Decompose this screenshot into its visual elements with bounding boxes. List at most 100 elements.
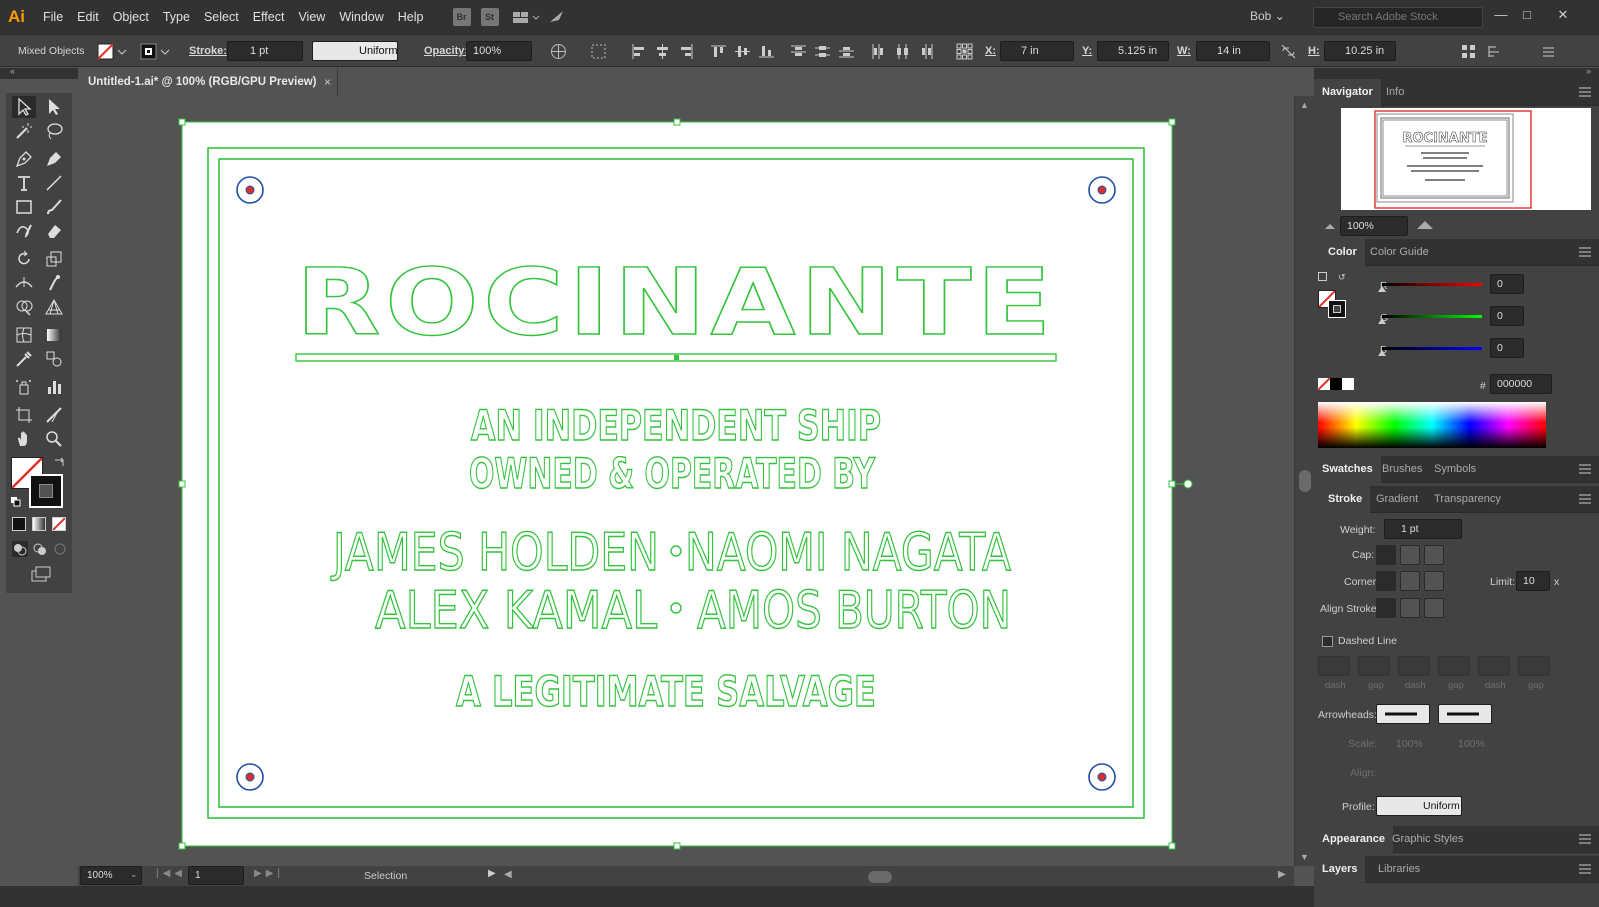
navigator-zoom-in-icon[interactable]: [1416, 218, 1434, 233]
fill-none-icon[interactable]: [97, 43, 114, 60]
horizontal-scroll-thumb[interactable]: [868, 871, 892, 883]
stock-search-input[interactable]: Search Adobe Stock: [1313, 7, 1483, 28]
rotate-tool-icon[interactable]: [12, 248, 36, 270]
end-arrowhead-select[interactable]: [1438, 704, 1492, 724]
limit-field[interactable]: 10: [1516, 571, 1550, 591]
miter-join-button[interactable]: [1376, 571, 1396, 591]
stroke-dropdown-icon[interactable]: [160, 43, 170, 60]
quick-none-swatch[interactable]: [1317, 377, 1331, 391]
tab-layers[interactable]: Layers: [1314, 856, 1366, 883]
hand-tool-icon[interactable]: [12, 428, 36, 450]
menu-effect[interactable]: Effect: [246, 0, 292, 34]
align-right-icon[interactable]: [678, 43, 695, 60]
pen-tool-icon[interactable]: [12, 148, 36, 170]
x-field[interactable]: 7 in: [1000, 41, 1074, 61]
r-slider-thumb[interactable]: [1378, 286, 1386, 292]
draw-inside-icon[interactable]: [52, 541, 68, 557]
panel-collapse-bar[interactable]: »: [1314, 66, 1599, 79]
navigator-zoom-out-icon[interactable]: [1324, 220, 1336, 233]
vertical-scroll-thumb[interactable]: [1299, 470, 1311, 492]
constrain-proportions-icon[interactable]: [1280, 43, 1297, 60]
stroke-panel-menu-icon[interactable]: [1579, 494, 1591, 504]
type-tool-icon[interactable]: [12, 172, 36, 194]
tab-brushes[interactable]: Brushes: [1374, 456, 1430, 483]
stroke-profile-select[interactable]: Uniform: [1376, 796, 1462, 816]
tab-transparency[interactable]: Transparency: [1426, 486, 1509, 513]
canvas[interactable]: ROCINANTE AN INDEPENDENT SHIP OWNED & OP…: [78, 96, 1314, 866]
horizontal-scrollbar[interactable]: ◀ ▶: [500, 866, 1294, 886]
eraser-tool-icon[interactable]: [42, 220, 66, 242]
mesh-tool-icon[interactable]: [12, 324, 36, 346]
projecting-cap-button[interactable]: [1424, 545, 1444, 565]
menu-object[interactable]: Object: [106, 0, 156, 34]
perspective-grid-tool-icon[interactable]: [42, 296, 66, 318]
align-left-icon[interactable]: [630, 43, 647, 60]
selection-tool-icon[interactable]: [12, 96, 36, 118]
w-label[interactable]: W:: [1177, 45, 1191, 57]
hex-value-field[interactable]: 000000: [1490, 374, 1552, 394]
align-stroke-center-button[interactable]: [1376, 598, 1396, 618]
color-spectrum[interactable]: [1318, 402, 1546, 448]
status-menu-icon[interactable]: ▶: [488, 868, 496, 879]
width-tool-icon[interactable]: [12, 272, 36, 294]
stroke-weight-panel-field[interactable]: 1 pt: [1384, 519, 1462, 539]
color-panel-menu-icon[interactable]: [1579, 247, 1591, 257]
scale-tool-icon[interactable]: [42, 248, 66, 270]
align-stroke-inside-button[interactable]: [1400, 598, 1420, 618]
distribute-right-icon[interactable]: [918, 43, 935, 60]
direct-selection-tool-icon[interactable]: [42, 96, 66, 118]
y-field[interactable]: 5.125 in: [1097, 41, 1169, 61]
color-mode-icon[interactable]: [12, 517, 26, 531]
scroll-left-icon[interactable]: ◀: [504, 869, 512, 880]
document-tab[interactable]: Untitled-1.ai* @ 100% (RGB/GPU Preview) …: [78, 68, 338, 96]
recolor-artwork-icon[interactable]: [550, 43, 567, 60]
maximize-button[interactable]: □: [1514, 4, 1540, 26]
tab-swatches[interactable]: Swatches: [1314, 456, 1381, 483]
gradient-mode-icon[interactable]: [32, 517, 46, 531]
scroll-down-icon[interactable]: ▼: [1300, 852, 1309, 862]
draw-behind-icon[interactable]: [32, 541, 48, 557]
stroke-weight-field[interactable]: 1 pt: [227, 41, 303, 61]
align-top-icon[interactable]: [710, 43, 727, 60]
menu-file[interactable]: File: [36, 0, 70, 34]
vertical-scrollbar[interactable]: ▲ ▼: [1294, 96, 1314, 866]
scroll-up-icon[interactable]: ▲: [1300, 100, 1309, 110]
puppet-warp-tool-icon[interactable]: [42, 272, 66, 294]
align-to-selection-icon[interactable]: [590, 43, 607, 60]
b-slider-thumb[interactable]: [1378, 350, 1386, 356]
tab-appearance[interactable]: Appearance: [1314, 826, 1393, 853]
none-mode-icon[interactable]: [52, 517, 66, 531]
butt-cap-button[interactable]: [1376, 545, 1396, 565]
b-slider[interactable]: [1382, 347, 1482, 350]
stroke-color-icon[interactable]: [140, 43, 157, 60]
zoom-tool-icon[interactable]: [42, 428, 66, 450]
h-field[interactable]: 10.25 in: [1324, 41, 1396, 61]
distribute-bottom-icon[interactable]: [838, 43, 855, 60]
navigator-zoom-field[interactable]: 100%: [1340, 216, 1408, 236]
quick-white-swatch[interactable]: [1342, 378, 1354, 390]
artboard-number-field[interactable]: 1: [188, 866, 244, 885]
round-cap-button[interactable]: [1400, 545, 1420, 565]
tab-navigator[interactable]: Navigator: [1314, 79, 1381, 106]
navigator-preview[interactable]: ROCINANTE: [1341, 108, 1591, 210]
distribute-center-icon[interactable]: [894, 43, 911, 60]
g-slider-thumb[interactable]: [1378, 318, 1386, 324]
close-window-button[interactable]: ✕: [1550, 4, 1576, 26]
tab-info[interactable]: Info: [1378, 79, 1412, 106]
tab-color-guide[interactable]: Color Guide: [1362, 239, 1437, 266]
toolbar-collapse-bar[interactable]: «: [0, 66, 78, 79]
shaper-tool-icon[interactable]: [12, 220, 36, 242]
color-default-icon[interactable]: [1318, 272, 1327, 281]
layers-panel-menu-icon[interactable]: [1579, 864, 1591, 874]
draw-normal-icon[interactable]: [12, 541, 28, 557]
color-stroke-icon[interactable]: [1328, 300, 1346, 318]
screen-mode-icon[interactable]: [30, 565, 52, 583]
tab-color[interactable]: Color: [1314, 239, 1365, 266]
align-stroke-outside-button[interactable]: [1424, 598, 1444, 618]
x-label[interactable]: X:: [985, 45, 996, 57]
g-slider[interactable]: [1382, 315, 1482, 318]
artboard-next-icons[interactable]: ▶▶|: [254, 868, 284, 879]
distribute-middle-icon[interactable]: [814, 43, 831, 60]
tab-graphic-styles[interactable]: Graphic Styles: [1384, 826, 1472, 853]
r-value-field[interactable]: 0: [1490, 274, 1524, 294]
